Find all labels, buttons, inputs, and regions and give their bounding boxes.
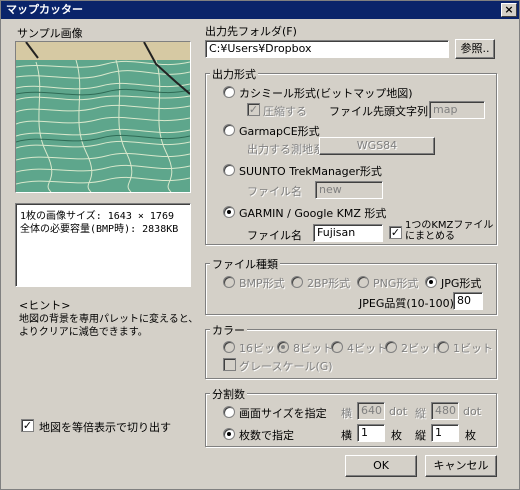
cols-label: 横 xyxy=(341,429,352,442)
suunto-format-radio[interactable] xyxy=(223,164,235,176)
garmin-filename-input[interactable]: Fujisan xyxy=(313,224,383,242)
jpeg-quality-label: JPEG品質(10-100) xyxy=(359,297,454,310)
jpeg-quality-input[interactable]: 80 xyxy=(453,292,483,310)
color-1bit-label: 1ビット xyxy=(453,342,493,355)
equal-scale-checkbox[interactable]: ✓ xyxy=(21,419,34,432)
garmin-filename-label: ファイル名 xyxy=(247,229,302,242)
color-2bit-label: 2ビット xyxy=(401,342,441,355)
color-16bit-radio[interactable] xyxy=(223,341,235,353)
suunto-filename-label: ファイル名 xyxy=(247,185,302,198)
bmp-format-radio[interactable] xyxy=(223,276,235,288)
cols-unit: 枚 xyxy=(391,429,402,442)
close-button[interactable]: × xyxy=(501,3,517,17)
split-height-input[interactable]: 480 xyxy=(431,402,459,420)
sample-map-preview xyxy=(15,41,191,193)
color-4bit-label: 4ビット xyxy=(347,342,387,355)
file-type-title: ファイル種類 xyxy=(210,256,280,272)
datum-select[interactable]: WGS84 xyxy=(319,137,435,155)
garmin-kmz-format-label: GARMIN / Google KMZ 形式 xyxy=(239,207,387,220)
rows-unit: 枚 xyxy=(465,429,476,442)
color-8bit-radio[interactable] xyxy=(277,341,289,353)
browse-button[interactable]: 参照.. xyxy=(455,39,495,59)
grayscale-label: グレースケール(G) xyxy=(239,360,333,373)
equal-scale-label: 地図を等倍表示で切り出す xyxy=(39,421,171,434)
split-title: 分割数 xyxy=(210,386,247,402)
kashmir-format-radio[interactable] xyxy=(223,86,235,98)
hint-line-2: よりクリアに減色できます。 xyxy=(19,327,148,338)
cols-input[interactable]: 1 xyxy=(357,424,385,442)
suunto-format-label: SUUNTO TrekManager形式 xyxy=(239,165,382,178)
ok-button[interactable]: OK xyxy=(345,455,417,477)
2bp-format-label: 2BP形式 xyxy=(307,277,351,290)
color-title: カラー xyxy=(210,322,247,338)
rows-label: 縦 xyxy=(415,429,426,442)
kmz-merge-label-line2: にまとめる xyxy=(405,231,455,242)
sheet-count-label: 枚数で指定 xyxy=(239,429,294,442)
kmz-merge-label-line1: 1つのKMZファイル xyxy=(405,220,494,231)
2bp-format-radio[interactable] xyxy=(291,276,303,288)
color-2bit-radio[interactable] xyxy=(385,341,397,353)
grayscale-checkbox[interactable] xyxy=(223,358,236,371)
split-width-unit: dot xyxy=(389,405,408,418)
kmz-merge-checkbox[interactable]: ✓ xyxy=(389,226,402,239)
split-width-label: 横 xyxy=(341,407,352,420)
kmz-merge-label: 1つのKMZファイル にまとめる xyxy=(405,220,493,242)
required-capacity-text: 全体の必要容量(BMP時): 2838KB xyxy=(20,224,179,235)
jpg-format-label: JPG形式 xyxy=(441,277,482,290)
split-height-unit: dot xyxy=(463,405,482,418)
output-folder-input[interactable]: C:¥Users¥Dropbox xyxy=(205,40,449,58)
prefix-input[interactable]: map xyxy=(429,101,485,119)
output-folder-label: 出力先フォルダ(F) xyxy=(205,25,297,38)
image-info-box: 1枚の画像サイズ: 1643 × 1769 全体の必要容量(BMP時): 283… xyxy=(15,203,191,287)
jpg-format-radio[interactable] xyxy=(425,276,437,288)
map-cutter-window: マップカッター × サンプル画像 1枚の画像サイズ: 1643 × 1769 全… xyxy=(0,0,520,490)
compress-checkbox[interactable]: ✓ xyxy=(247,103,260,116)
color-8bit-label: 8ビット xyxy=(293,342,333,355)
garmapce-format-radio[interactable] xyxy=(223,124,235,136)
color-1bit-radio[interactable] xyxy=(437,341,449,353)
prefix-label: ファイル先頭文字列 xyxy=(329,105,428,118)
garmapce-format-label: GarmapCE形式 xyxy=(239,125,320,138)
kashmir-format-label: カシミール形式(ビットマップ地図) xyxy=(239,87,413,100)
output-format-title: 出力形式 xyxy=(210,66,258,82)
topographic-map-image xyxy=(16,42,190,192)
title-bar: マップカッター × xyxy=(1,1,519,19)
split-width-input[interactable]: 640 xyxy=(357,402,385,420)
sheet-count-radio[interactable] xyxy=(223,428,235,440)
bmp-format-label: BMP形式 xyxy=(239,277,285,290)
png-format-label: PNG形式 xyxy=(373,277,419,290)
cancel-button[interactable]: キャンセル xyxy=(425,455,497,477)
screen-size-label: 画面サイズを指定 xyxy=(239,407,327,420)
garmin-kmz-format-radio[interactable] xyxy=(223,206,235,218)
compress-label: 圧縮する xyxy=(263,105,307,118)
rows-input[interactable]: 1 xyxy=(431,424,459,442)
suunto-filename-input[interactable]: new xyxy=(315,181,383,199)
window-title: マップカッター xyxy=(6,3,83,16)
sample-image-label: サンプル画像 xyxy=(17,27,83,40)
datum-label: 出力する測地系 xyxy=(247,143,324,156)
png-format-radio[interactable] xyxy=(357,276,369,288)
screen-size-radio[interactable] xyxy=(223,406,235,418)
split-height-label: 縦 xyxy=(415,407,426,420)
color-4bit-radio[interactable] xyxy=(331,341,343,353)
